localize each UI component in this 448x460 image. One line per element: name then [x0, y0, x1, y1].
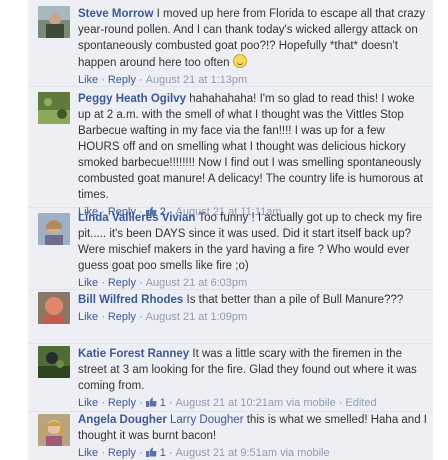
comment-meta: Like · Reply · 1 · August 21 at 9:51am via mo… — [78, 447, 330, 459]
avatar[interactable] — [38, 292, 70, 324]
like-link[interactable]: Like — [78, 397, 98, 409]
avatar[interactable] — [38, 414, 70, 446]
reply-link[interactable]: Reply — [108, 447, 136, 459]
comment-author[interactable]: Steve Morrow — [78, 8, 153, 20]
comment-item: Linda Vallieres Vivian Too funny ! I act… — [28, 207, 433, 290]
comment-thread: Steve Morrow I moved up here from Florid… — [28, 0, 433, 460]
comment-meta: Like · Reply · 1 · August 21 at 10:21am via m… — [78, 397, 377, 409]
comment-author[interactable]: Linda Vallieres Vivian — [78, 212, 195, 224]
comment-item: Angela Dougher Larry Dougher this is wha… — [28, 411, 433, 460]
comment-item: Peggy Heath Ogilvy hahahahaha! I'm so gl… — [28, 86, 433, 218]
reply-link[interactable]: Reply — [108, 397, 136, 409]
comment-timestamp[interactable]: August 21 at 1:09pm — [146, 311, 248, 323]
like-link[interactable]: Like — [78, 311, 98, 323]
comment-text: Is that better than a pile of Bull Manur… — [186, 294, 404, 306]
like-link[interactable]: Like — [78, 277, 98, 289]
comment-item: Katie Forest Ranney It was a little scar… — [28, 343, 433, 412]
comment-author[interactable]: Katie Forest Ranney — [78, 348, 189, 360]
comment-timestamp[interactable]: August 21 at 6:03pm — [146, 277, 248, 289]
comment-author[interactable]: Angela Dougher — [78, 414, 167, 426]
thumbs-up-icon — [145, 447, 157, 457]
like-link[interactable]: Like — [78, 447, 98, 459]
avatar[interactable] — [38, 6, 70, 38]
comment-item: Bill Wilfred Rhodes Is that better than … — [28, 289, 433, 344]
avatar[interactable] — [38, 346, 70, 378]
avatar[interactable] — [38, 213, 70, 245]
likes-count-value: 1 — [159, 447, 166, 459]
comment-author[interactable]: Bill Wilfred Rhodes — [78, 294, 183, 306]
comment-timestamp[interactable]: August 21 at 9:51am via mobile — [176, 447, 330, 459]
mention-link[interactable]: Larry Dougher — [170, 414, 244, 426]
likes-count[interactable]: 1 — [145, 397, 166, 409]
thumbs-up-icon — [145, 397, 157, 407]
comment-timestamp[interactable]: August 21 at 1:13pm — [146, 74, 248, 86]
likes-count-value: 1 — [159, 397, 166, 409]
comment-author[interactable]: Peggy Heath Ogilvy — [78, 93, 186, 105]
reply-link[interactable]: Reply — [108, 74, 136, 86]
smiley-emoticon-icon — [232, 54, 247, 68]
comment-meta: Like · Reply · August 21 at 1:09pm — [78, 311, 248, 323]
likes-count[interactable]: 1 — [145, 447, 166, 459]
reply-link[interactable]: Reply — [108, 277, 136, 289]
reply-link[interactable]: Reply — [108, 311, 136, 323]
comment-timestamp[interactable]: August 21 at 10:21am via mobile — [176, 397, 336, 409]
avatar[interactable] — [38, 92, 70, 124]
comment-text: hahahahaha! I'm so glad to read this! I … — [78, 93, 423, 201]
comment-item: Steve Morrow I moved up here from Florid… — [28, 0, 433, 87]
edited-label[interactable]: Edited — [345, 397, 376, 409]
like-link[interactable]: Like — [78, 74, 98, 86]
